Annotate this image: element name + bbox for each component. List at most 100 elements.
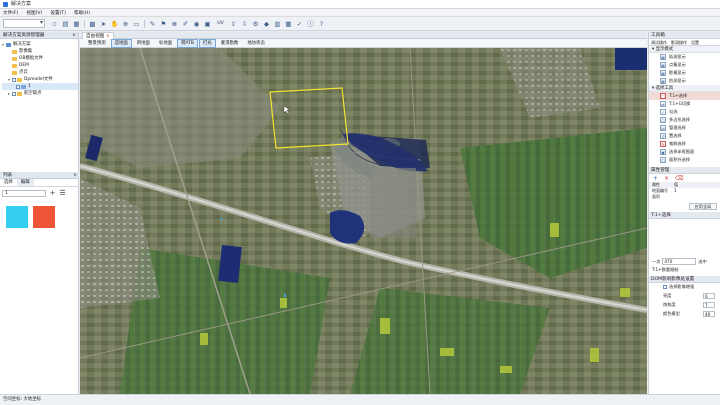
layers-icon[interactable]: ≣	[171, 20, 179, 28]
display-item-0[interactable]: ▦ 轨测显示	[649, 53, 720, 61]
hand-icon[interactable]: ✋	[111, 20, 119, 28]
color-model-input[interactable]: 40	[703, 310, 715, 317]
menu-bar: 文件(F) 视图(V) 设置(T) 帮助(H)	[0, 9, 720, 17]
tree-node-root[interactable]: ▾ 解决方案	[2, 41, 78, 48]
mode-button-4[interactable]: 转ATB	[177, 38, 198, 48]
t1-select-title: T:1+选择	[649, 212, 720, 219]
map-viewport[interactable]	[80, 48, 647, 394]
select-tool-5[interactable]: ↺ 置选择	[649, 132, 720, 140]
menu-view[interactable]: 视图(V)	[26, 10, 42, 16]
check-icon[interactable]: ✓	[296, 20, 304, 28]
tool-icon[interactable]: ◆	[263, 20, 271, 28]
layer-checkbox[interactable]	[16, 84, 20, 89]
layer-dropdown[interactable]	[3, 19, 45, 28]
brightness-input[interactable]: 6	[703, 292, 715, 299]
info-icon[interactable]: ⓘ	[307, 20, 315, 28]
brush-icon[interactable]: ✎	[149, 20, 157, 28]
mode-button-7[interactable]: 地坊状态	[243, 39, 269, 48]
tab-settings[interactable]: 设置	[689, 39, 701, 45]
display-item-2[interactable]: ▦ 影模显示	[649, 69, 720, 77]
image-icon[interactable]: ▣	[204, 20, 212, 28]
apply-global-button[interactable]: 应用全局	[689, 203, 717, 210]
add-icon[interactable]: +	[49, 190, 56, 197]
grid-icon[interactable]: ▩	[89, 20, 97, 28]
range-select-button[interactable]: 选中	[698, 259, 706, 265]
tab-edit[interactable]: 编辑	[16, 179, 34, 186]
app-icon	[3, 2, 8, 7]
tree-node-images[interactable]: 影像集	[2, 48, 78, 55]
tree-node-dpmodel-1[interactable]: 1	[2, 83, 78, 90]
select-tool-7[interactable]: ▣ 选择半框图面	[649, 148, 720, 156]
download-icon[interactable]: ⇩	[241, 20, 249, 28]
add-icon[interactable]: +	[653, 175, 658, 182]
selected-field-blue	[218, 245, 242, 283]
tab-debug[interactable]: 调试操作	[649, 39, 669, 45]
select-tool-2[interactable]: ✓ 勾选	[649, 108, 720, 116]
uv-button[interactable]: UV	[215, 20, 227, 28]
mode-button-0[interactable]: 整景预测	[84, 39, 110, 48]
toolbar-divider	[144, 19, 145, 28]
select-tool-8[interactable]: ◫ 面积外选择	[649, 156, 720, 164]
flag-icon[interactable]: ⚑	[160, 20, 168, 28]
settings-icon[interactable]: ⚙	[252, 20, 260, 28]
dom-checkbox-row[interactable]: 选择影像增强	[649, 283, 720, 291]
color-swatch-cyan[interactable]	[6, 206, 28, 228]
solution-tree: ▾ 解决方案 影像集 OB模板文件 DEM 点云 ▾ Dpmodel文件 1 ▸ 航空…	[0, 39, 78, 97]
menu-file[interactable]: 文件(F)	[3, 10, 18, 16]
export-icon[interactable]: ⇪	[230, 20, 238, 28]
clear-icon[interactable]: ⌫	[675, 175, 683, 182]
tab-select[interactable]: 选择	[0, 179, 17, 186]
delete-icon[interactable]: ×	[664, 175, 669, 182]
chart-icon[interactable]: ▥	[274, 20, 282, 28]
close-icon[interactable]: ×	[73, 172, 77, 179]
toggle-icon: ⇄	[660, 101, 666, 107]
range-input[interactable]: 470	[662, 258, 697, 265]
saturation-input[interactable]: 7	[703, 301, 715, 308]
select-tool-0[interactable]: ⬚ T:1+选择	[649, 92, 720, 100]
brush-icon: ✎	[660, 141, 666, 147]
table-icon[interactable]: ▦	[285, 20, 293, 28]
tree-node-dpmodel[interactable]: ▾ Dpmodel文件	[2, 76, 78, 83]
layer-checkbox[interactable]	[12, 91, 16, 96]
dom-checkbox[interactable]	[663, 285, 667, 289]
tree-node-ob[interactable]: OB模板文件	[2, 55, 78, 62]
select-tool-1[interactable]: ⇄ T:1+G切换	[649, 100, 720, 108]
select-tool-4[interactable]: ▤ 管理选择	[649, 124, 720, 132]
layer-icon	[21, 84, 26, 89]
save-icon[interactable]: ▦	[73, 20, 81, 28]
construction-site	[370, 168, 416, 238]
new-icon[interactable]: ▫	[51, 20, 59, 28]
mode-button-6[interactable]: 蒙漠勘数	[217, 39, 243, 48]
reset-icon: ↺	[660, 133, 666, 139]
mode-button-3[interactable]: 标地面	[155, 39, 176, 48]
tab-imaging[interactable]: 影测操作	[669, 39, 689, 45]
display-item-3[interactable]: ▦ 阶测显示	[649, 77, 720, 85]
zoom-icon[interactable]: ⊕	[122, 20, 130, 28]
section-select-tools[interactable]: ▾ 选择工具	[649, 85, 720, 92]
ruler-icon[interactable]: ▭	[133, 20, 141, 28]
tree-node-dem[interactable]: DEM	[2, 62, 78, 69]
select-tool-6[interactable]: ✎ 笔刷选择	[649, 140, 720, 148]
layer-select[interactable]: 1	[2, 190, 46, 197]
pointer-icon[interactable]: ➤	[100, 20, 108, 28]
mode-button-2[interactable]: 阴地面	[133, 39, 154, 48]
pen-icon[interactable]: ✐	[182, 20, 190, 28]
help-icon[interactable]: ?	[318, 20, 326, 28]
display-item-1[interactable]: ▦ 点集显示	[649, 61, 720, 69]
menu-help[interactable]: 帮助(H)	[74, 10, 90, 16]
tree-node-aerial[interactable]: ▸ 航空取点	[2, 90, 78, 97]
mode-button-5[interactable]: 打光	[198, 38, 216, 48]
layer-checkbox[interactable]	[12, 77, 16, 82]
status-bar: 空间坐标: 大地坐标	[0, 394, 720, 405]
select-tool-3[interactable]: ⬠ 多边形选择	[649, 116, 720, 124]
remove-icon[interactable]: ☰	[59, 190, 66, 197]
globe-icon[interactable]: ◉	[193, 20, 201, 28]
folder-icon	[17, 91, 22, 96]
tree-node-pointcloud[interactable]: 点云	[2, 69, 78, 76]
menu-settings[interactable]: 设置(T)	[50, 10, 66, 16]
mode-button-1[interactable]: 选地面	[110, 38, 132, 48]
section-display-mode[interactable]: ▾ 显示模式	[649, 46, 720, 53]
color-swatch-red[interactable]	[33, 206, 55, 228]
close-icon[interactable]: ×	[72, 32, 76, 39]
open-icon[interactable]: ▤	[62, 20, 70, 28]
